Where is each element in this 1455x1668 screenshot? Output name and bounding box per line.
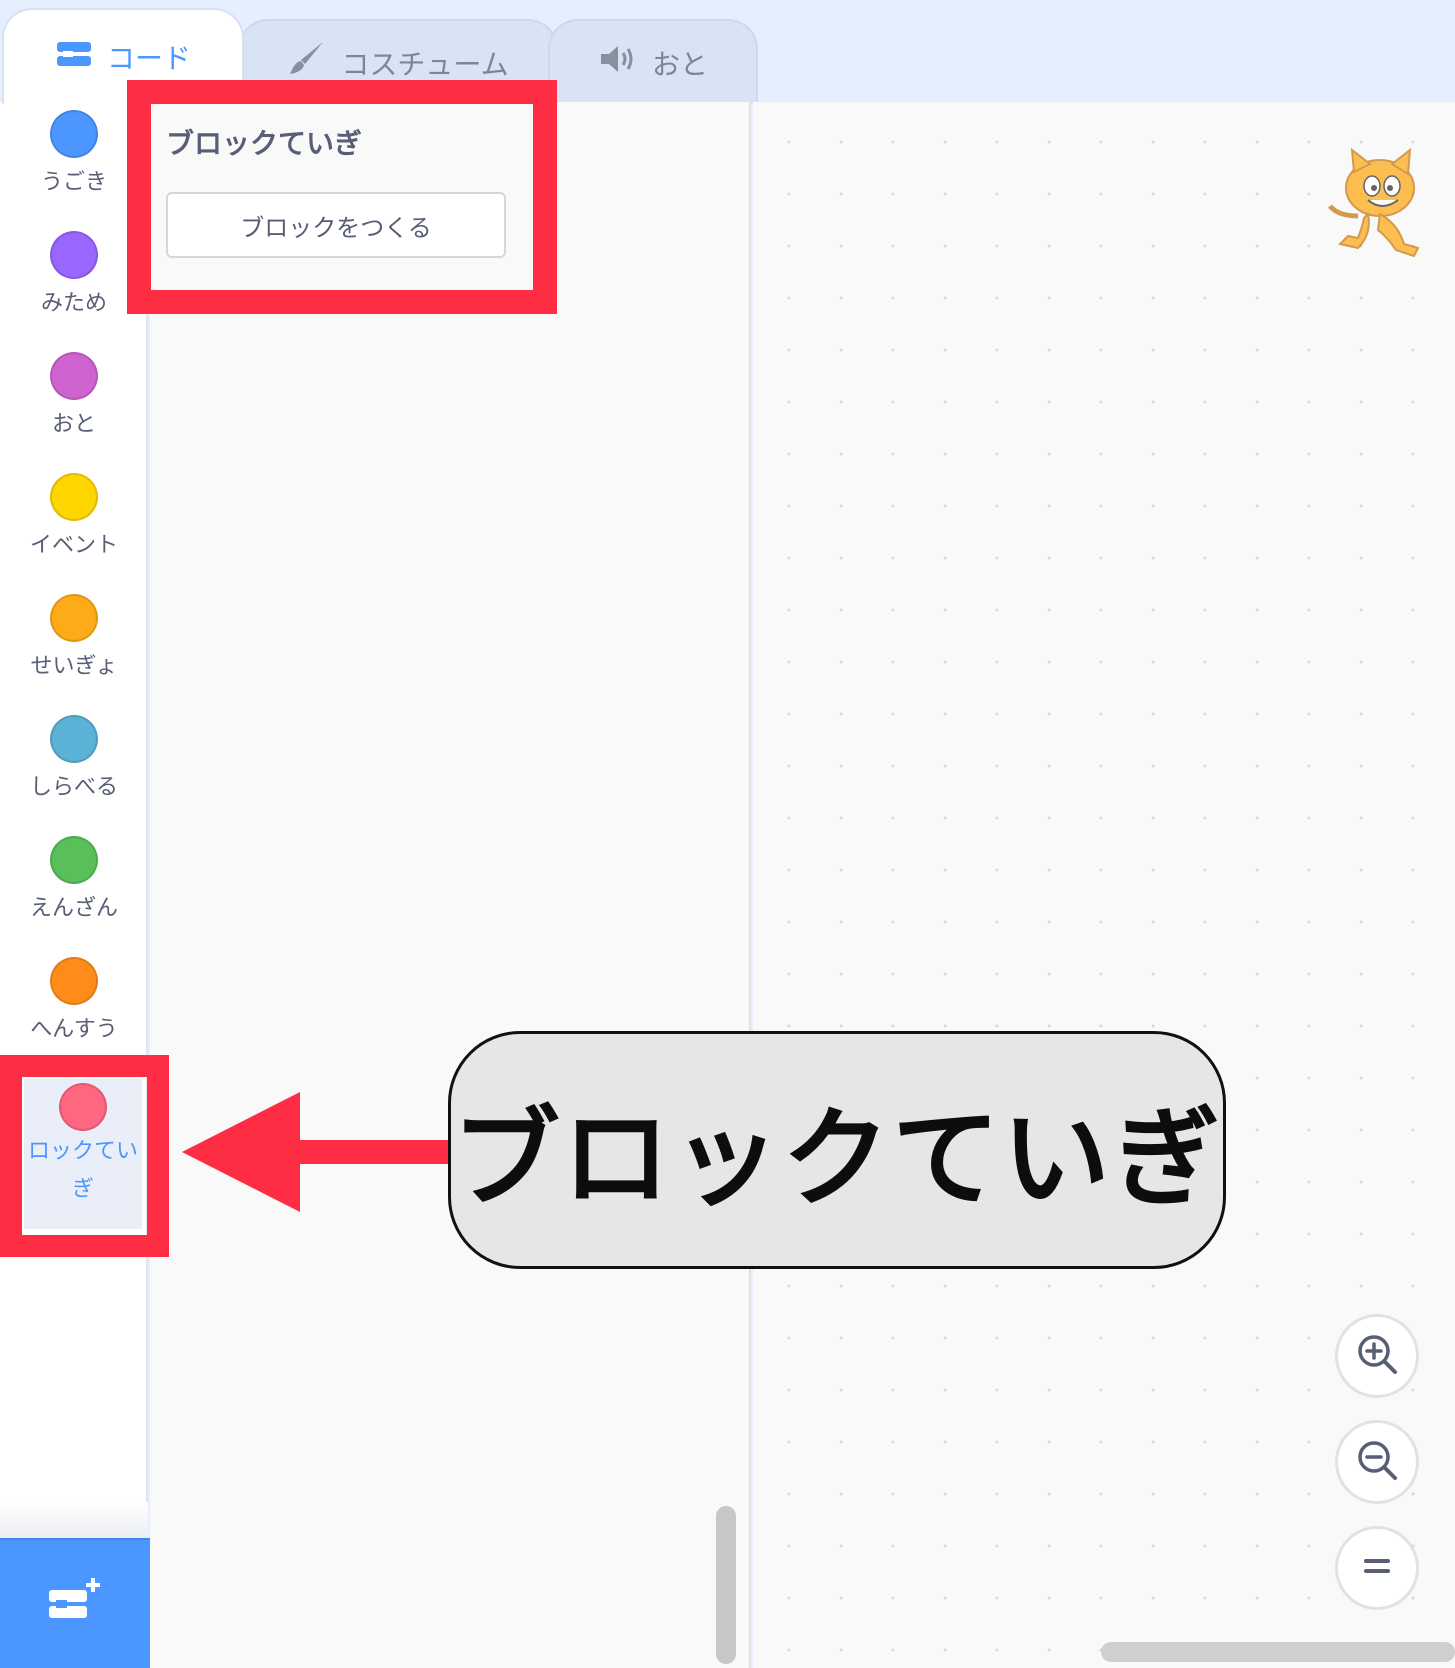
palette-scrollbar[interactable] (716, 1506, 736, 1664)
speaker-icon (598, 43, 638, 82)
zoom-in-icon (1355, 1332, 1399, 1380)
category-label: イベント (29, 533, 118, 558)
category-dot (50, 231, 98, 279)
tab-code-label: コード (106, 42, 191, 75)
category-sensing[interactable]: しらべる (0, 715, 148, 825)
add-extension-icon (45, 1576, 105, 1632)
category-dot (50, 594, 98, 642)
category-variables[interactable]: へんすう (0, 957, 148, 1067)
category-label: せいぎょ (30, 654, 118, 679)
zoom-reset-button[interactable] (1335, 1526, 1419, 1610)
sprite-cat-icon (1318, 144, 1438, 268)
tab-costume-label: コスチューム (341, 47, 509, 81)
code-blocks-icon (55, 39, 93, 76)
highlight-box-palette (127, 80, 557, 314)
category-dot (50, 836, 98, 884)
category-label: おと (51, 412, 96, 437)
category-looks[interactable]: みため (0, 231, 148, 341)
category-menu: うごき みため おと イベント せいぎょ しらべる えんざん へんすう ロックて… (0, 102, 148, 1668)
workspace-horizontal-scrollbar[interactable] (1101, 1642, 1455, 1662)
zoom-in-button[interactable] (1335, 1314, 1419, 1398)
paintbrush-icon (287, 40, 327, 85)
zoom-reset-icon (1357, 1546, 1397, 1590)
zoom-out-button[interactable] (1335, 1420, 1419, 1504)
category-events[interactable]: イベント (0, 473, 148, 583)
block-palette: ブロックていぎ ブロックをつくる (150, 102, 751, 1668)
category-motion[interactable]: うごき (0, 110, 148, 220)
category-sound[interactable]: おと (0, 352, 148, 462)
tab-sound[interactable]: おと (548, 19, 758, 104)
category-dot (50, 957, 98, 1005)
category-dot (50, 352, 98, 400)
script-area[interactable] (753, 102, 1455, 1668)
category-dot (50, 715, 98, 763)
annotation-arrow-icon (180, 1090, 455, 1218)
category-operators[interactable]: えんざん (0, 836, 148, 946)
zoom-out-icon (1355, 1438, 1399, 1486)
category-control[interactable]: せいぎょ (0, 594, 148, 704)
callout-text: ブロックていぎ (451, 1097, 1222, 1222)
highlight-box-category (0, 1055, 169, 1257)
category-label: へんすう (30, 1017, 118, 1042)
category-label: うごき (40, 170, 107, 195)
category-label: みため (40, 291, 107, 316)
annotation-callout: ブロックていぎ (448, 1031, 1226, 1269)
category-dot (50, 473, 98, 521)
category-dot (50, 110, 98, 158)
sidebar-fade (0, 1502, 148, 1542)
category-label: えんざん (29, 896, 118, 921)
category-label: しらべる (29, 775, 118, 800)
tab-sound-label: おと (651, 47, 708, 81)
add-extension-button[interactable] (0, 1538, 150, 1668)
